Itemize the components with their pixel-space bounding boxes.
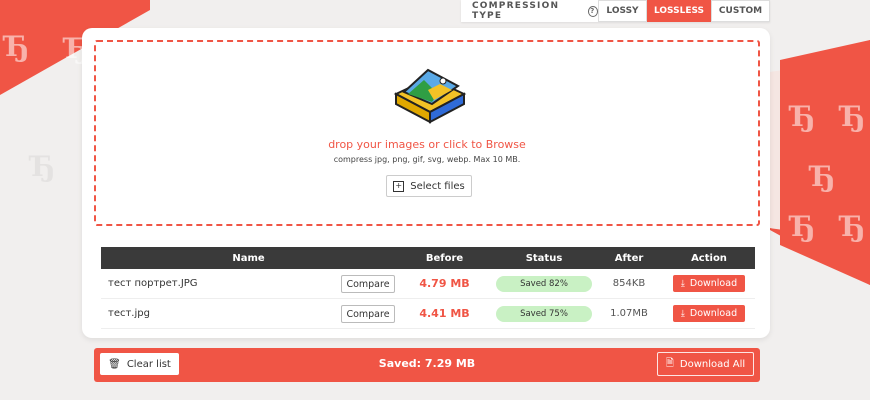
option-lossless[interactable]: LOSSLESS (647, 0, 711, 22)
watermark-logo: Ђ (810, 160, 836, 193)
header-after: After (614, 252, 644, 264)
select-files-label: Select files (410, 180, 465, 192)
download-label: Download (689, 278, 738, 289)
size-before: 4.41 MB (419, 307, 470, 320)
file-name: тест портрет.JPG (108, 278, 198, 289)
compare-button[interactable]: Compare (341, 304, 395, 323)
dropzone[interactable]: drop your images or click to Browse comp… (94, 40, 760, 226)
watermark-logo: Ђ (840, 100, 866, 133)
compression-type-label: COMPRESSION TYPE ? (461, 1, 598, 21)
status-badge: Saved 82% (496, 275, 592, 292)
table-row: тест портрет.JPG Compare 4.79 MB Saved 8… (101, 269, 755, 299)
clear-list-label: Clear list (126, 358, 171, 370)
size-after: 854KB (612, 278, 646, 289)
watermark-logo: Ђ (30, 150, 56, 183)
select-files-button[interactable]: + Select files (386, 175, 472, 197)
header-before: Before (425, 252, 464, 264)
download-icon: ⤓ (680, 308, 685, 319)
watermark-logo: Ђ (790, 100, 816, 133)
file-icon: 🗎 (665, 357, 674, 369)
compression-options: LOSSY LOSSLESS CUSTOM (598, 0, 770, 22)
compression-type-text: COMPRESSION TYPE (472, 1, 560, 21)
watermark-logo: Ђ (790, 210, 816, 243)
table-row: тест.jpg Compare 4.41 MB Saved 75% 1.07M… (101, 299, 755, 329)
watermark-logo: Ђ (4, 30, 30, 63)
download-button[interactable]: ⤓ Download (673, 275, 745, 292)
summary-bar: 🗑 Clear list Saved: 7.29 MB 🗎 Download A… (94, 348, 760, 382)
size-after: 1.07MB (610, 308, 648, 319)
dropzone-title: drop your images or click to Browse (328, 138, 526, 151)
table-header: Name Before Status After Action (101, 247, 755, 269)
help-icon[interactable]: ? (587, 5, 598, 17)
option-lossy[interactable]: LOSSY (598, 0, 647, 22)
header-status: Status (525, 252, 563, 264)
header-action: Action (691, 252, 727, 264)
download-label: Download (689, 308, 738, 319)
watermark-logo: Ђ (840, 210, 866, 243)
plus-icon: + (393, 180, 405, 192)
option-custom[interactable]: CUSTOM (711, 0, 770, 22)
image-upload-icon (393, 68, 467, 124)
files-table: Name Before Status After Action тест пор… (101, 247, 755, 329)
file-name: тест.jpg (108, 308, 150, 319)
size-before: 4.79 MB (419, 277, 470, 290)
clear-list-button[interactable]: 🗑 Clear list (100, 353, 179, 375)
status-badge: Saved 75% (496, 305, 592, 322)
download-icon: ⤓ (680, 278, 685, 289)
compare-button[interactable]: Compare (341, 274, 395, 293)
dropzone-subtitle: compress jpg, png, gif, svg, webp. Max 1… (333, 155, 521, 164)
trash-icon: 🗑 (108, 358, 121, 370)
header-name: Name (232, 252, 265, 264)
download-all-label: Download All (679, 358, 746, 370)
download-button[interactable]: ⤓ Download (673, 305, 745, 322)
download-all-button[interactable]: 🗎 Download All (657, 352, 754, 376)
compression-type-selector: COMPRESSION TYPE ? LOSSY LOSSLESS CUSTOM (461, 0, 770, 22)
